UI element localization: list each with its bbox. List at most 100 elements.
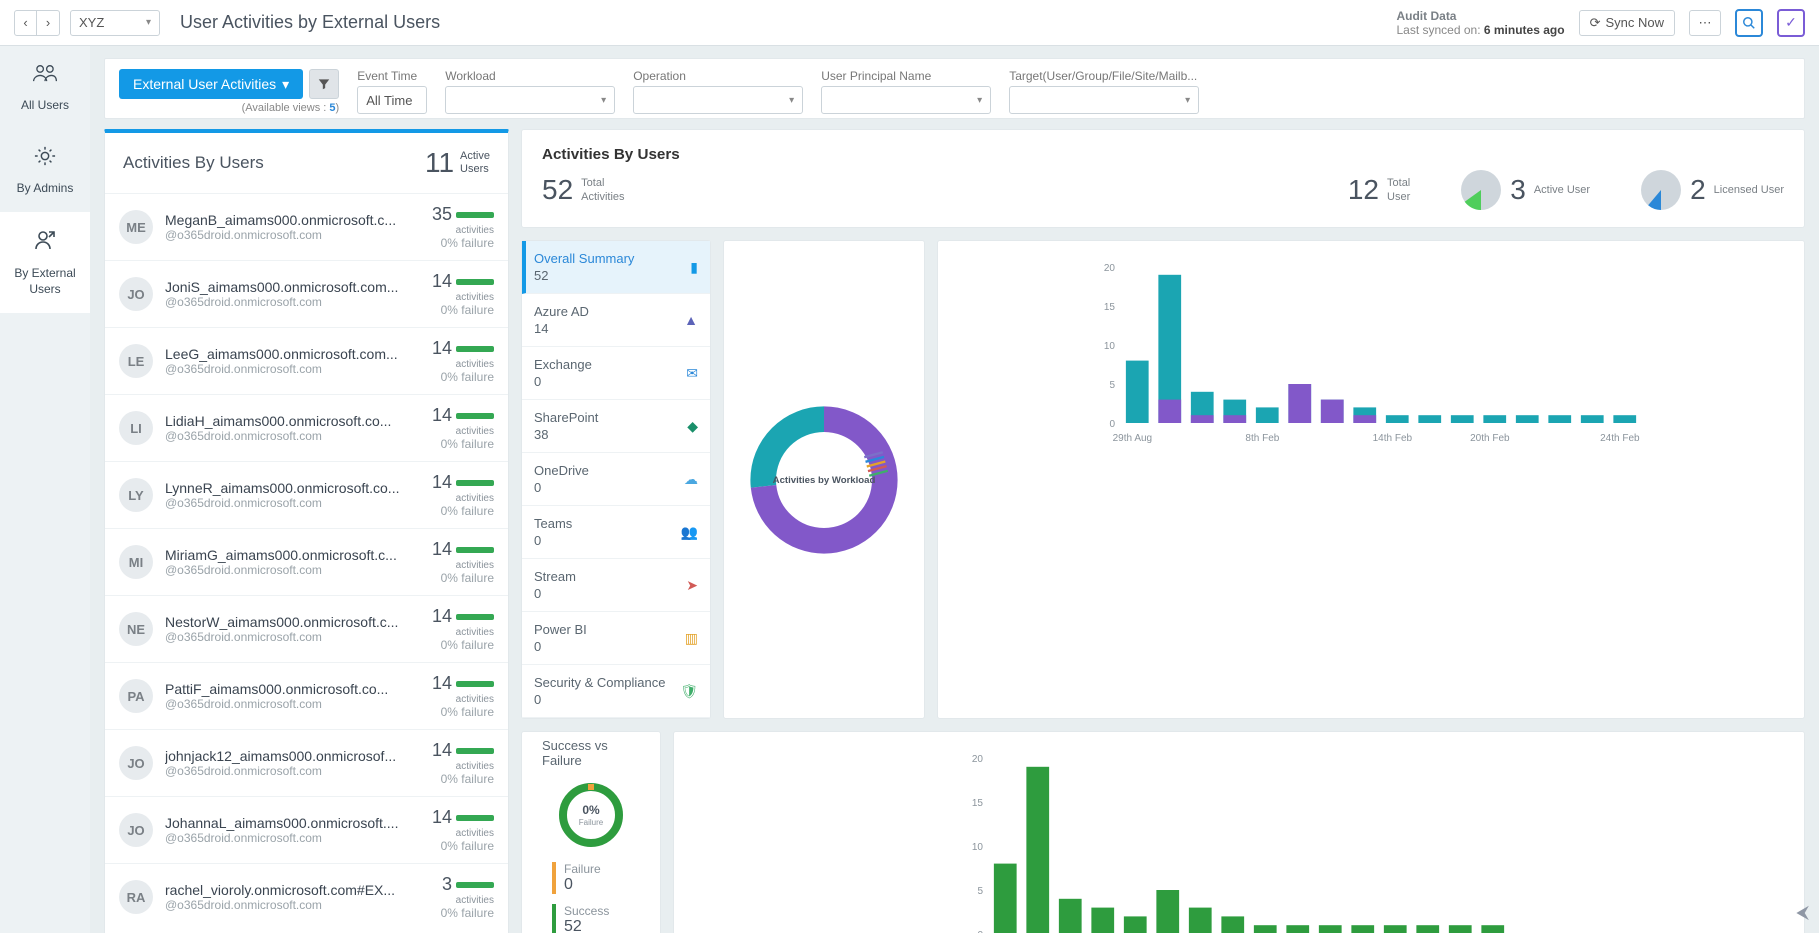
summary-row-stream[interactable]: Stream0 ➤ [522, 559, 710, 612]
filter-toggle-button[interactable] [309, 69, 339, 99]
magnifier-icon [1742, 16, 1756, 30]
success-legend: Success 52 [552, 904, 630, 933]
user-row[interactable]: JO JohannaL_aimams000.onmicrosoft.... @o… [105, 796, 508, 863]
activity-bar-icon [456, 748, 494, 754]
summary-row-sharepoint[interactable]: SharePoint38 ◆ [522, 400, 710, 453]
summary-row-teams[interactable]: Teams0 👥 [522, 506, 710, 559]
user-row[interactable]: MI MiriamG_aimams000.onmicrosoft.c... @o… [105, 528, 508, 595]
licensed-user-pie-icon [1640, 169, 1682, 211]
active-users-count: 11 ActiveUsers [425, 147, 490, 179]
validate-button[interactable]: ✓ [1777, 9, 1805, 37]
user-domain: @o365droid.onmicrosoft.com [165, 764, 420, 778]
activity-bar-icon [456, 547, 494, 553]
user-row[interactable]: PA PattiF_aimams000.onmicrosoft.co... @o… [105, 662, 508, 729]
rail-by-external-users[interactable]: By External Users [0, 212, 90, 313]
svg-text:20: 20 [972, 754, 984, 765]
user-row[interactable]: JO johnjack12_aimams000.onmicrosof... @o… [105, 729, 508, 796]
activity-bar-icon [456, 212, 494, 218]
audit-info: Audit Data Last synced on: 6 minutes ago [1396, 9, 1564, 37]
target-select[interactable]: ▾ [1009, 86, 1199, 114]
forward-button[interactable]: › [37, 11, 59, 35]
activity-bar-icon [456, 815, 494, 821]
summary-row-overall-summary[interactable]: Overall Summary52 ▮ [522, 241, 710, 294]
workload-summary-list: Overall Summary52 ▮Azure AD14 ▲Exchange0… [521, 240, 711, 719]
back-button[interactable]: ‹ [15, 11, 37, 35]
external-user-icon [33, 228, 57, 260]
search-button[interactable] [1735, 9, 1763, 37]
upn-select[interactable]: ▾ [821, 86, 991, 114]
user-row[interactable]: RA rachel_vioroly.onmicrosoft.com#EX... … [105, 863, 508, 930]
kpi-total-activities: 52 TotalActivities [542, 174, 625, 206]
user-domain: @o365droid.onmicrosoft.com [165, 429, 420, 443]
rail-by-admins[interactable]: By Admins [0, 129, 90, 212]
user-domain: @o365droid.onmicrosoft.com [165, 228, 420, 242]
overall-bar-chart-card: 0510152029th Aug8th Feb14th Feb20th Feb2… [937, 240, 1805, 719]
user-panel-title: Activities By Users [123, 153, 264, 173]
user-domain: @o365droid.onmicrosoft.com [165, 362, 420, 376]
available-views-label: (Available views : 5) [119, 102, 339, 114]
event-time-label: Event Time [357, 69, 427, 83]
svg-text:10: 10 [972, 842, 984, 853]
bar-chart-icon: ▮ [690, 259, 698, 276]
user-row[interactable]: LI LidiaH_aimams000.onmicrosoft.co... @o… [105, 394, 508, 461]
user-row[interactable]: ME MeganB_aimams000.onmicrosoft.c... @o3… [105, 193, 508, 260]
summary-row-security-compliance[interactable]: Security & Compliance0 🛡 [522, 665, 710, 718]
user-list[interactable]: ME MeganB_aimams000.onmicrosoft.c... @o3… [105, 193, 508, 930]
view-selector-button[interactable]: External User Activities▾ [119, 69, 303, 99]
svg-text:15: 15 [1104, 302, 1116, 313]
avatar: NE [119, 612, 153, 646]
summary-row-power-bi[interactable]: Power BI0 ▥ [522, 612, 710, 665]
tenant-dropdown[interactable]: XYZ▾ [70, 10, 160, 36]
svg-text:5: 5 [977, 886, 983, 897]
more-button[interactable]: ⋯ [1689, 10, 1721, 36]
user-row[interactable]: NE NestorW_aimams000.onmicrosoft.c... @o… [105, 595, 508, 662]
users-icon [32, 62, 58, 92]
security-icon: 🛡 [680, 683, 698, 700]
avatar: PA [119, 679, 153, 713]
event-time-select[interactable]: All Time [357, 86, 427, 114]
refresh-icon: ⟳ [1590, 15, 1601, 31]
summary-row-onedrive[interactable]: OneDrive0 ☁ [522, 453, 710, 506]
exchange-icon: ✉ [686, 365, 698, 382]
summary-row-azure-ad[interactable]: Azure AD14 ▲ [522, 294, 710, 347]
topbar: ‹ › XYZ▾ User Activities by External Use… [0, 0, 1819, 46]
avatar: JO [119, 277, 153, 311]
user-row[interactable]: LY LynneR_aimams000.onmicrosoft.co... @o… [105, 461, 508, 528]
user-row[interactable]: LE LeeG_aimams000.onmicrosoft.com... @o3… [105, 327, 508, 394]
svg-text:20: 20 [1104, 263, 1116, 274]
avatar: MI [119, 545, 153, 579]
svg-text:10: 10 [1104, 341, 1116, 352]
activity-bar-icon [456, 614, 494, 620]
user-domain: @o365droid.onmicrosoft.com [165, 295, 420, 309]
svg-text:Failure: Failure [579, 818, 604, 827]
kpi-card: Activities By Users 52 TotalActivities 1… [521, 129, 1805, 228]
powerbi-icon: ▥ [685, 630, 698, 647]
svg-text:0%: 0% [582, 803, 600, 817]
avatar: JO [119, 813, 153, 847]
avatar: JO [119, 746, 153, 780]
user-name: JoniS_aimams000.onmicrosoft.com... [165, 279, 420, 295]
operation-select[interactable]: ▾ [633, 86, 803, 114]
user-domain: @o365droid.onmicrosoft.com [165, 630, 420, 644]
sync-now-button[interactable]: ⟳ Sync Now [1579, 10, 1675, 36]
activities-by-users-panel: Activities By Users 11 ActiveUsers ME Me… [104, 129, 509, 933]
workload-select[interactable]: ▾ [445, 86, 615, 114]
summary-row-exchange[interactable]: Exchange0 ✉ [522, 347, 710, 400]
user-name: johnjack12_aimams000.onmicrosof... [165, 748, 420, 764]
user-domain: @o365droid.onmicrosoft.com [165, 563, 420, 577]
rail-all-users[interactable]: All Users [0, 46, 90, 129]
workload-donut-chart: Activities by Workload [744, 400, 904, 560]
page-collapse-arrow[interactable]: ⮜ [1796, 902, 1809, 923]
azure-icon: ▲ [684, 312, 698, 328]
history-nav: ‹ › [14, 10, 60, 36]
gear-user-icon [33, 145, 57, 175]
svg-text:24th Feb: 24th Feb [1600, 433, 1640, 444]
workload-label: Workload [445, 69, 615, 83]
filter-bar: External User Activities▾ (Available vie… [104, 58, 1805, 119]
user-domain: @o365droid.onmicrosoft.com [165, 697, 420, 711]
user-row[interactable]: JO JoniS_aimams000.onmicrosoft.com... @o… [105, 260, 508, 327]
user-name: MeganB_aimams000.onmicrosoft.c... [165, 212, 420, 228]
svg-text:29th Aug: 29th Aug [1113, 433, 1152, 444]
overall-bar-chart: 0510152029th Aug8th Feb14th Feb20th Feb2… [958, 257, 1784, 447]
svg-text:14th Feb: 14th Feb [1373, 433, 1413, 444]
